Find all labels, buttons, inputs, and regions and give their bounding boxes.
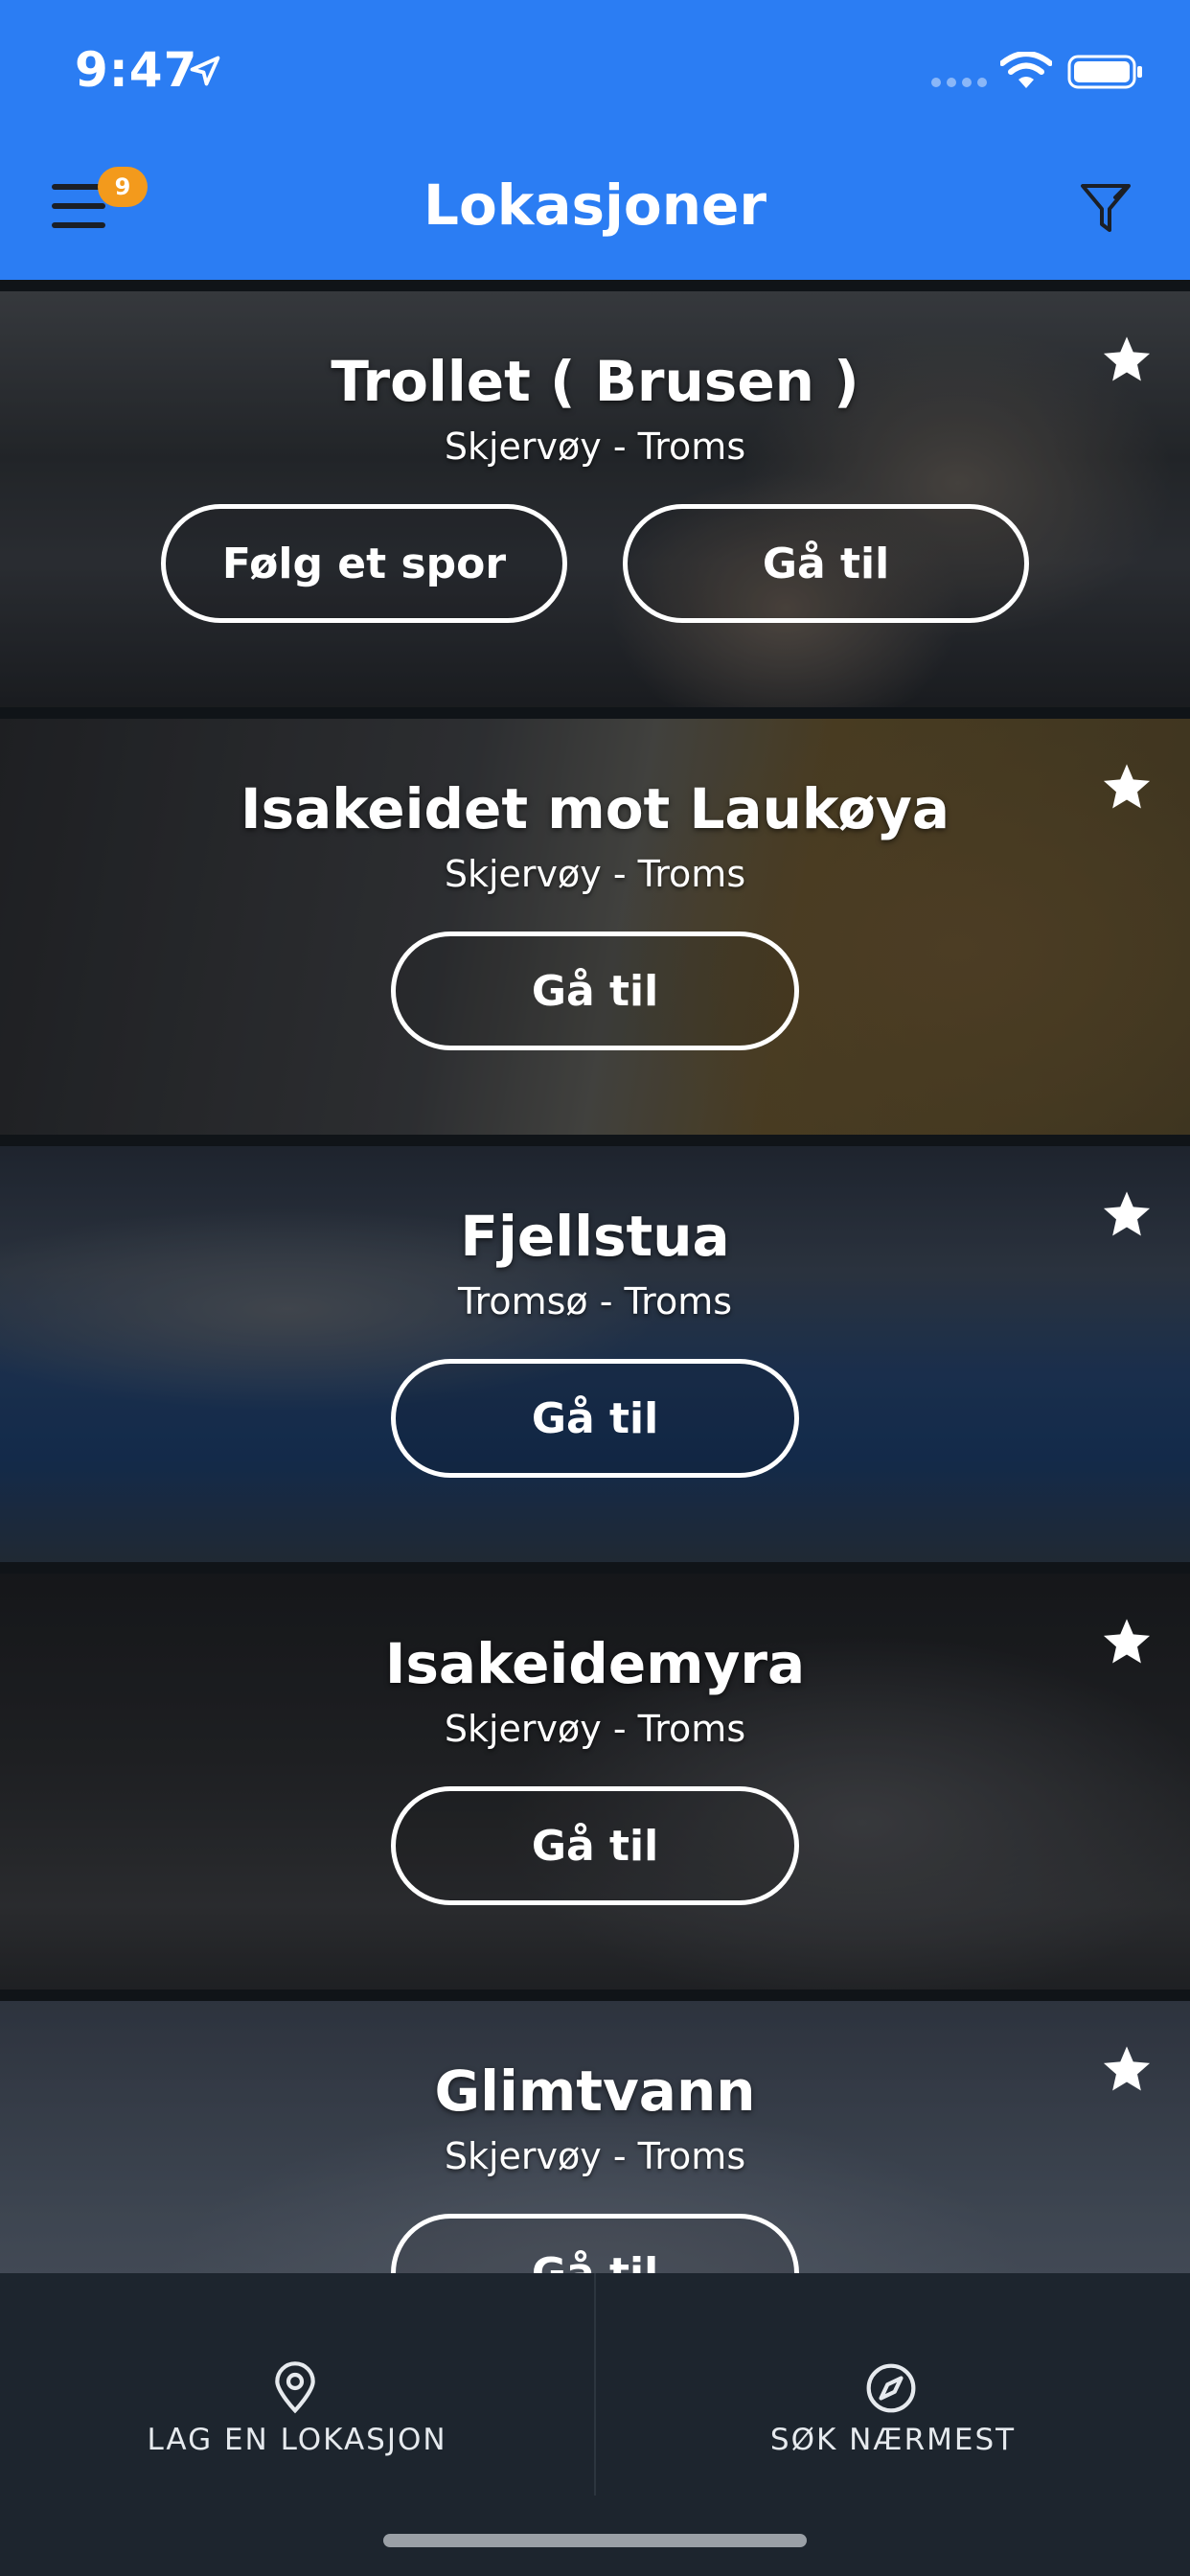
follow-trail-button[interactable]: Følg et spor	[161, 504, 567, 623]
favorite-star-icon[interactable]	[1100, 334, 1154, 385]
location-title: Isakeidemyra	[384, 1631, 806, 1696]
go-to-button[interactable]: Gå til	[391, 1786, 799, 1905]
go-to-button[interactable]: Gå til	[391, 932, 799, 1050]
home-indicator	[383, 2534, 807, 2547]
search-nearest-label: SØK NÆRMEST	[769, 2423, 1017, 2457]
location-region: Skjervøy - Troms	[444, 853, 746, 895]
go-to-button[interactable]: Gå til	[391, 2214, 799, 2273]
location-card[interactable]: Isakeidet mot Laukøya Skjervøy - Troms G…	[0, 719, 1190, 1135]
location-card[interactable]: Fjellstua Tromsø - Troms Gå til	[0, 1146, 1190, 1562]
location-card[interactable]: Trollet ( Brusen ) Skjervøy - Troms Følg…	[0, 291, 1190, 707]
search-nearest-button[interactable]: SØK NÆRMEST	[596, 2273, 1190, 2496]
favorite-star-icon[interactable]	[1100, 2043, 1154, 2095]
battery-icon	[1067, 55, 1142, 89]
location-region: Tromsø - Troms	[457, 1280, 733, 1322]
location-region: Skjervøy - Troms	[444, 1708, 746, 1750]
map-pin-icon	[275, 2361, 315, 2414]
filter-icon[interactable]	[1077, 178, 1134, 238]
wifi-icon	[1000, 52, 1052, 88]
status-time: 9:47	[75, 42, 198, 98]
compass-icon	[866, 2363, 916, 2413]
go-to-button[interactable]: Gå til	[623, 504, 1029, 623]
location-title: Fjellstua	[460, 1204, 730, 1269]
favorite-star-icon[interactable]	[1100, 1188, 1154, 1240]
create-location-label: LAG EN LOKASJON	[147, 2423, 447, 2457]
bottom-bar: LAG EN LOKASJON SØK NÆRMEST	[0, 2273, 1190, 2576]
location-title: Isakeidet mot Laukøya	[240, 776, 950, 841]
location-title: Glimtvann	[434, 2058, 756, 2124]
create-location-button[interactable]: LAG EN LOKASJON	[0, 2273, 594, 2496]
location-title: Trollet ( Brusen )	[331, 349, 859, 414]
header-bar: 9:47 9 Lokasjoner	[0, 0, 1190, 280]
favorite-star-icon[interactable]	[1100, 1616, 1154, 1668]
location-list[interactable]: Trollet ( Brusen ) Skjervøy - Troms Følg…	[0, 280, 1190, 2273]
favorite-star-icon[interactable]	[1100, 761, 1154, 813]
location-region: Skjervøy - Troms	[444, 426, 746, 468]
location-region: Skjervøy - Troms	[444, 2135, 746, 2177]
signal-icon	[931, 78, 987, 87]
location-card[interactable]: Glimtvann Skjervøy - Troms Gå til	[0, 2001, 1190, 2273]
page-title: Lokasjoner	[423, 172, 767, 238]
location-arrow-icon	[190, 56, 220, 86]
go-to-button[interactable]: Gå til	[391, 1359, 799, 1478]
location-card[interactable]: Isakeidemyra Skjervøy - Troms Gå til	[0, 1574, 1190, 1990]
